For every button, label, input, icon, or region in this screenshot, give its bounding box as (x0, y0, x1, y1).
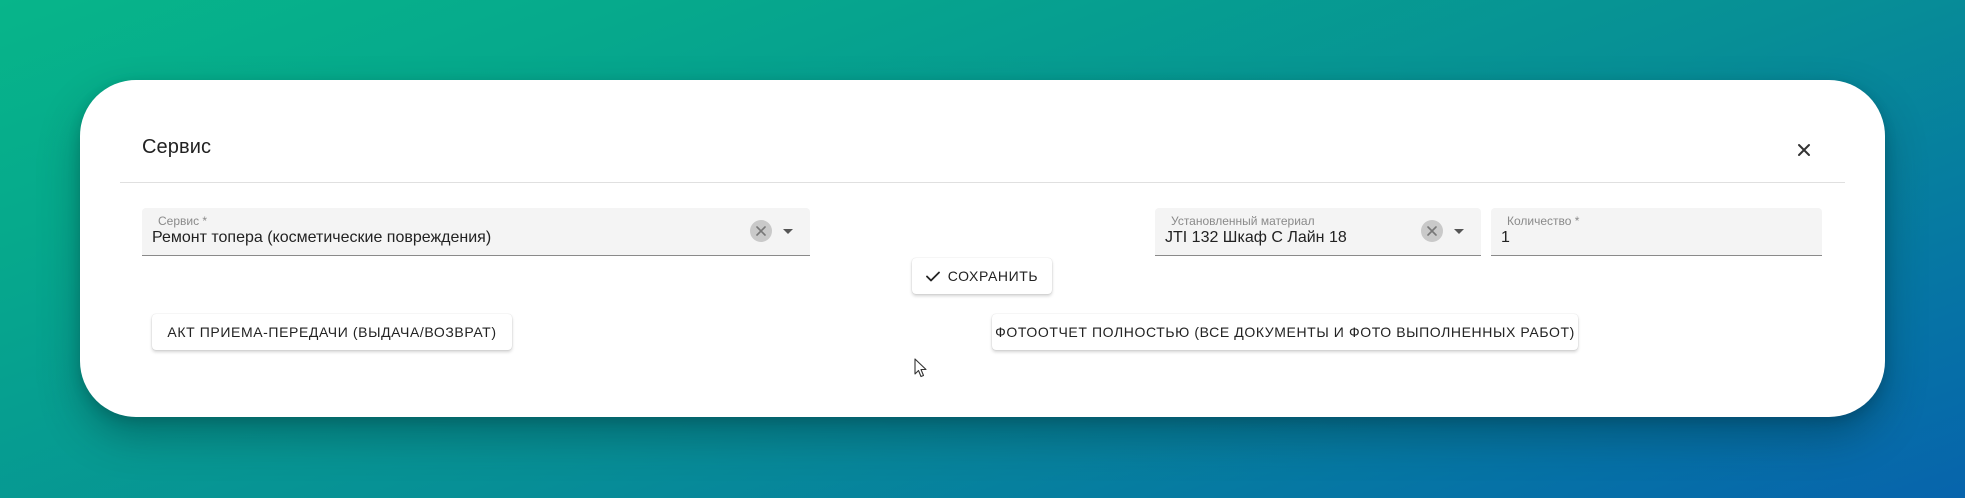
close-icon (1798, 144, 1810, 156)
act-transfer-button[interactable]: АКТ ПРИЕМА-ПЕРЕДАЧИ (ВЫДАЧА/ВОЗВРАТ) (152, 314, 512, 350)
service-dropdown-button[interactable] (780, 224, 796, 240)
service-value: Ремонт топера (косметические повреждения… (152, 229, 492, 246)
quantity-label: Количество * (1507, 214, 1580, 228)
save-button[interactable]: СОХРАНИТЬ (912, 258, 1052, 294)
service-label: Сервис * (158, 214, 208, 228)
material-clear-button[interactable] (1421, 220, 1443, 242)
close-button[interactable] (1790, 136, 1818, 164)
arrow-drop-down-icon (783, 229, 793, 234)
title-divider (120, 182, 1845, 183)
quantity-value: 1 (1501, 229, 1510, 246)
quantity-field[interactable]: Количество * 1 (1491, 208, 1822, 256)
act-transfer-label: АКТ ПРИЕМА-ПЕРЕДАЧИ (ВЫДАЧА/ВОЗВРАТ) (167, 324, 497, 340)
save-label: СОХРАНИТЬ (947, 268, 1039, 284)
photo-report-button[interactable]: ФОТООТЧЕТ ПОЛНОСТЬЮ (ВСЕ ДОКУМЕНТЫ И ФОТ… (992, 314, 1578, 350)
material-label: Установленный материал (1171, 214, 1315, 228)
service-dialog: Сервис Сервис * Ремонт топера (косметиче… (80, 80, 1885, 417)
arrow-drop-down-icon (1454, 229, 1464, 234)
material-value: JTI 132 Шкаф С Лайн 18 (1165, 229, 1347, 246)
photo-report-label: ФОТООТЧЕТ ПОЛНОСТЬЮ (ВСЕ ДОКУМЕНТЫ И ФОТ… (995, 324, 1575, 340)
clear-circle-icon (756, 226, 766, 236)
check-icon (925, 271, 940, 282)
dialog-title: Сервис (142, 136, 212, 158)
service-clear-button[interactable] (750, 220, 772, 242)
clear-circle-icon (1427, 226, 1437, 236)
material-select[interactable]: Установленный материал JTI 132 Шкаф С Ла… (1155, 208, 1481, 256)
material-dropdown-button[interactable] (1451, 224, 1467, 240)
service-select[interactable]: Сервис * Ремонт топера (косметические по… (142, 208, 810, 256)
mouse-pointer-icon (914, 358, 927, 378)
